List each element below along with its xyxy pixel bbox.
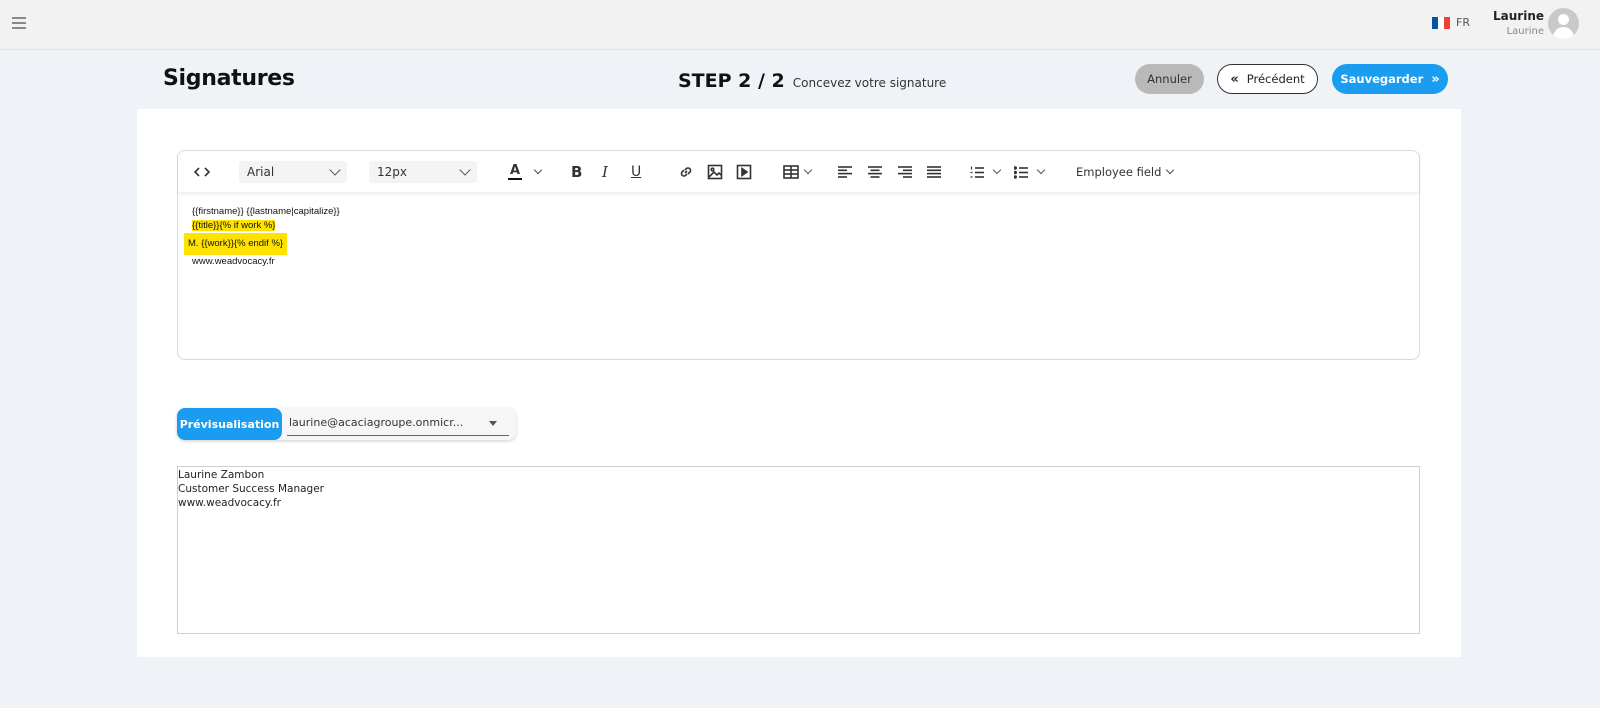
employee-field-dropdown[interactable]: Employee field: [1076, 161, 1175, 183]
table-icon[interactable]: [783, 161, 813, 183]
step-indicator: STEP 2 / 2 Concevez votre signature: [678, 70, 946, 92]
code-view-icon[interactable]: [194, 161, 210, 183]
image-icon[interactable]: [707, 161, 723, 183]
top-bar: FR Laurine Laurine: [0, 0, 1600, 50]
video-icon[interactable]: [736, 161, 752, 183]
signature-preview: Laurine Zambon Customer Success Manager …: [177, 466, 1420, 634]
align-center-icon[interactable]: [868, 161, 882, 183]
cancel-button[interactable]: Annuler: [1135, 64, 1204, 94]
font-family-value: Arial: [247, 165, 275, 179]
font-size-select[interactable]: 12px: [369, 161, 477, 183]
editor-line-4: www.weadvocacy.fr: [192, 256, 275, 267]
link-icon[interactable]: [678, 161, 694, 183]
chevron-down-icon: [459, 164, 471, 176]
preview-button[interactable]: Prévisualisation: [177, 408, 282, 440]
preview-line-title: Customer Success Manager: [178, 483, 324, 495]
align-right-icon[interactable]: [898, 161, 912, 183]
save-button[interactable]: Sauvegarder »: [1332, 64, 1448, 94]
chevron-down-icon: [329, 164, 341, 176]
chevron-down-icon: [533, 165, 543, 175]
page-title: Signatures: [163, 66, 295, 91]
chevron-down-icon: [803, 165, 813, 175]
chevron-down-icon: [1036, 165, 1046, 175]
ordered-list-icon[interactable]: [970, 161, 1002, 183]
previous-label: Précédent: [1246, 72, 1305, 86]
signature-editor[interactable]: Arial 12px A B I U Employee field {{firs…: [177, 150, 1420, 360]
user-name: Laurine: [1493, 9, 1544, 23]
employee-field-label: Employee field: [1076, 165, 1162, 179]
underline-icon[interactable]: U: [631, 161, 641, 183]
preview-line-name: Laurine Zambon: [178, 469, 265, 481]
french-flag-icon: [1432, 16, 1450, 29]
preview-content: Laurine Zambon Customer Success Manager …: [178, 468, 324, 510]
italic-icon[interactable]: I: [602, 161, 608, 183]
editor-line-3-text: M. {{work}}{% endif %}: [184, 233, 288, 255]
editor-line-2-condition: {% if work %}: [219, 220, 276, 231]
bullet-list-icon[interactable]: [1014, 161, 1046, 183]
double-chevron-left-icon: «: [1230, 71, 1239, 87]
double-chevron-right-icon: »: [1431, 71, 1440, 87]
editor-line-2-title: {{title}}: [192, 220, 220, 231]
editor-toolbar: Arial 12px A B I U Employee field: [178, 151, 1419, 192]
align-justify-icon[interactable]: [927, 161, 941, 183]
step-number: STEP 2 / 2: [678, 70, 785, 92]
language-code: FR: [1456, 16, 1470, 29]
font-family-select[interactable]: Arial: [239, 161, 347, 183]
previous-button[interactable]: « Précédent: [1217, 64, 1318, 94]
font-size-value: 12px: [377, 165, 407, 179]
editor-line-1: {{firstname}} {{lastname|capitalize}}: [192, 206, 340, 217]
avatar[interactable]: [1548, 8, 1579, 39]
preview-email-select[interactable]: laurine@acaciagroupe.onmicr...: [287, 412, 509, 436]
editor-line-3: M. {{work}}{% endif %}: [184, 233, 340, 255]
hamburger-menu-icon[interactable]: [12, 17, 26, 29]
save-label: Sauvegarder: [1340, 72, 1424, 86]
text-color-icon: A: [509, 163, 521, 178]
user-subtitle: Laurine: [1506, 26, 1544, 37]
preview-email-value: laurine@acaciagroupe.onmicr...: [289, 416, 464, 429]
dropdown-arrow-icon: [489, 421, 497, 426]
user-info[interactable]: Laurine Laurine: [1480, 9, 1544, 37]
editor-content[interactable]: {{firstname}} {{lastname|capitalize}} {{…: [184, 205, 340, 269]
text-color-dropdown[interactable]: [529, 161, 543, 183]
preview-bar: Prévisualisation laurine@acaciagroupe.on…: [177, 408, 516, 440]
chevron-down-icon: [1166, 165, 1175, 175]
step-description: Concevez votre signature: [792, 76, 947, 90]
editor-line-2: {{title}}{% if work %}: [192, 219, 340, 233]
bold-icon[interactable]: B: [571, 161, 582, 183]
language-switcher[interactable]: FR: [1432, 16, 1470, 29]
align-left-icon[interactable]: [838, 161, 852, 183]
text-color-button[interactable]: A: [508, 161, 522, 183]
chevron-down-icon: [992, 165, 1002, 175]
cancel-label: Annuler: [1147, 72, 1192, 86]
preview-line-website: www.weadvocacy.fr: [178, 497, 281, 509]
